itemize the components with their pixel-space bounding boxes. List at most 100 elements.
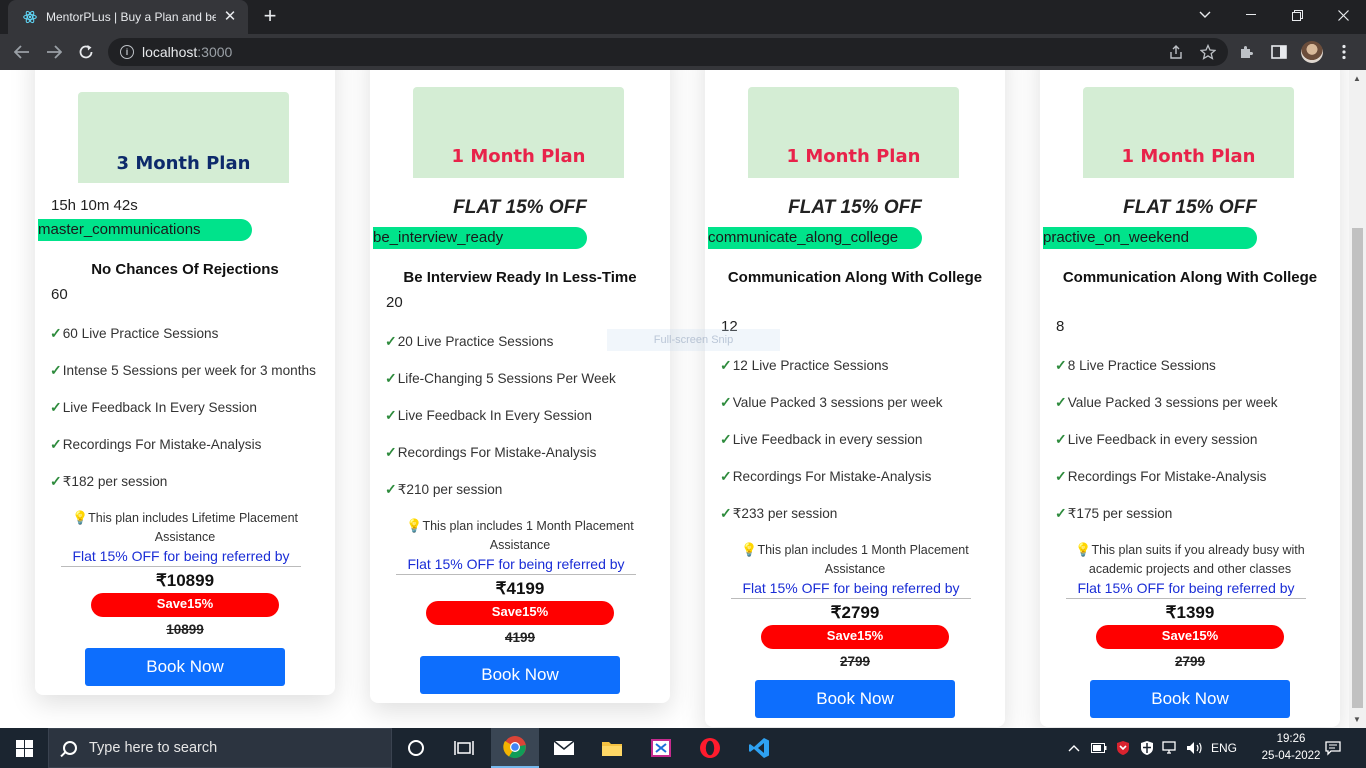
close-window-button[interactable] xyxy=(1320,0,1366,30)
reload-icon[interactable] xyxy=(74,40,98,64)
check-icon: ✓ xyxy=(1055,357,1067,373)
book-now-button[interactable]: Book Now xyxy=(1090,680,1290,718)
restore-button[interactable] xyxy=(1274,0,1320,30)
bookmark-star-icon[interactable] xyxy=(1198,42,1218,62)
tab-close-icon[interactable]: ✕ xyxy=(222,9,238,25)
offer-headline: FLAT 15% OFF xyxy=(1123,197,1257,218)
page-scrollbar[interactable]: ▲ ▼ xyxy=(1349,70,1366,728)
windows-logo-icon xyxy=(15,739,33,757)
lightbulb-icon: 💡 xyxy=(741,542,758,557)
back-arrow-icon[interactable] xyxy=(10,40,34,64)
minimize-button[interactable] xyxy=(1228,0,1274,30)
feature-item: ✓ 12 Live Practice Sessions xyxy=(720,357,889,373)
site-info-icon[interactable]: i xyxy=(120,45,134,59)
feature-item: ✓ Value Packed 3 sessions per week xyxy=(1055,394,1278,410)
network-icon[interactable] xyxy=(1160,728,1182,768)
notifications-icon[interactable] xyxy=(1322,728,1344,768)
plan-card: 3 Month Plan 15h 10m 42s master_communic… xyxy=(35,70,335,695)
plan-name-box: 1 Month Plan xyxy=(748,87,959,178)
chrome-taskbar-icon[interactable] xyxy=(491,728,539,768)
sessions-count: 60 xyxy=(51,286,68,303)
feature-item: ✓ ₹175 per session xyxy=(1055,505,1173,521)
chrome-menu-icon[interactable] xyxy=(1334,42,1354,62)
offer-headline: FLAT 15% OFF xyxy=(453,197,587,218)
coupon-code-badge: be_interview_ready xyxy=(373,227,587,249)
search-placeholder: Type here to search xyxy=(89,740,218,756)
check-icon: ✓ xyxy=(720,505,732,521)
vscode-icon[interactable] xyxy=(735,728,783,768)
feature-item: ✓ ₹210 per session xyxy=(385,481,503,497)
system-clock[interactable]: 19:26 25-04-2022 xyxy=(1258,731,1324,765)
feature-item: ✓ 8 Live Practice Sessions xyxy=(1055,357,1216,373)
mail-icon[interactable] xyxy=(540,728,588,768)
save-badge: Save15% xyxy=(1096,625,1284,649)
opera-icon[interactable] xyxy=(686,728,734,768)
plan-note: 💡This plan includes Lifetime Placement A… xyxy=(71,510,298,544)
file-explorer-icon[interactable] xyxy=(588,728,636,768)
check-icon: ✓ xyxy=(1055,505,1067,521)
security-shield-icon[interactable] xyxy=(1136,728,1158,768)
book-now-button[interactable]: Book Now xyxy=(755,680,955,718)
offer-timer: 15h 10m 42s xyxy=(51,197,138,214)
extensions-puzzle-icon[interactable] xyxy=(1237,42,1257,62)
save-badge: Save15% xyxy=(426,601,614,625)
page-viewport: 3 Month Plan 15h 10m 42s master_communic… xyxy=(0,70,1349,728)
cortana-icon[interactable] xyxy=(392,728,440,768)
antivirus-shield-icon[interactable] xyxy=(1112,728,1134,768)
check-icon: ✓ xyxy=(1055,468,1067,484)
feature-item: ✓ Recordings For Mistake-Analysis xyxy=(1055,468,1267,484)
side-panel-icon[interactable] xyxy=(1269,42,1289,62)
plan-note: 💡This plan suits if you already busy wit… xyxy=(1075,542,1305,576)
feature-item: ✓ Intense 5 Sessions per week for 3 month… xyxy=(50,362,316,378)
feature-item: ✓ Recordings For Mistake-Analysis xyxy=(385,444,597,460)
feature-item: ✓ ₹233 per session xyxy=(720,505,838,521)
discounted-price: ₹10899 xyxy=(155,571,215,590)
original-price: 10899 xyxy=(166,622,204,637)
scroll-down-arrow-icon[interactable]: ▼ xyxy=(1353,715,1361,724)
address-bar[interactable]: i localhost:3000 xyxy=(108,38,1228,66)
start-button[interactable] xyxy=(0,728,48,768)
referral-text: Flat 15% OFF for being referred by xyxy=(396,556,636,575)
battery-icon[interactable] xyxy=(1088,728,1110,768)
check-icon: ✓ xyxy=(720,394,732,410)
feature-item: ✓ 20 Live Practice Sessions xyxy=(385,333,554,349)
tab-title: MentorPLus | Buy a Plan and be I xyxy=(46,10,216,24)
browser-tab[interactable]: MentorPLus | Buy a Plan and be I ✕ xyxy=(8,0,248,34)
volume-icon[interactable] xyxy=(1184,728,1206,768)
profile-avatar[interactable] xyxy=(1301,41,1323,63)
taskbar-search[interactable]: Type here to search xyxy=(48,728,392,768)
forward-arrow-icon[interactable] xyxy=(42,40,66,64)
snip-overlay: Full-screen Snip xyxy=(607,329,780,351)
check-icon: ✓ xyxy=(720,357,732,373)
plan-card: 1 Month Plan FLAT 15% OFF practive_on_we… xyxy=(1040,70,1340,727)
url-host: localhost xyxy=(142,44,198,60)
scroll-up-arrow-icon[interactable]: ▲ xyxy=(1353,74,1361,83)
save-badge: Save15% xyxy=(91,593,279,617)
coupon-code-badge: practive_on_weekend xyxy=(1043,227,1257,249)
referral-text: Flat 15% OFF for being referred by xyxy=(61,548,301,567)
plan-card: 1 Month Plan FLAT 15% OFF communicate_al… xyxy=(705,70,1005,727)
plan-title: Communication Along With College xyxy=(727,269,983,286)
book-now-button[interactable]: Book Now xyxy=(420,656,620,694)
snipping-tool-icon[interactable] xyxy=(637,728,685,768)
tray-chevron-icon[interactable] xyxy=(1064,728,1084,768)
tab-search-chevron-icon[interactable] xyxy=(1182,0,1228,30)
scrollbar-thumb[interactable] xyxy=(1352,228,1363,708)
check-icon: ✓ xyxy=(385,481,397,497)
check-icon: ✓ xyxy=(50,473,62,489)
check-icon: ✓ xyxy=(1055,431,1067,447)
check-icon: ✓ xyxy=(50,362,62,378)
language-indicator[interactable]: ENG xyxy=(1208,728,1240,768)
plan-title: No Chances Of Rejections xyxy=(91,261,279,278)
sessions-count: 20 xyxy=(386,294,403,311)
share-icon[interactable] xyxy=(1166,42,1186,62)
book-now-button[interactable]: Book Now xyxy=(85,648,285,686)
feature-item: ✓ Live Feedback in every session xyxy=(720,431,923,447)
browser-toolbar: i localhost:3000 xyxy=(0,34,1366,70)
check-icon: ✓ xyxy=(720,431,732,447)
task-view-icon[interactable] xyxy=(440,728,488,768)
browser-tab-strip: MentorPLus | Buy a Plan and be I ✕ + xyxy=(0,0,1366,34)
new-tab-button[interactable]: + xyxy=(258,5,282,29)
check-icon: ✓ xyxy=(385,333,397,349)
plan-name-box: 1 Month Plan xyxy=(413,87,624,178)
